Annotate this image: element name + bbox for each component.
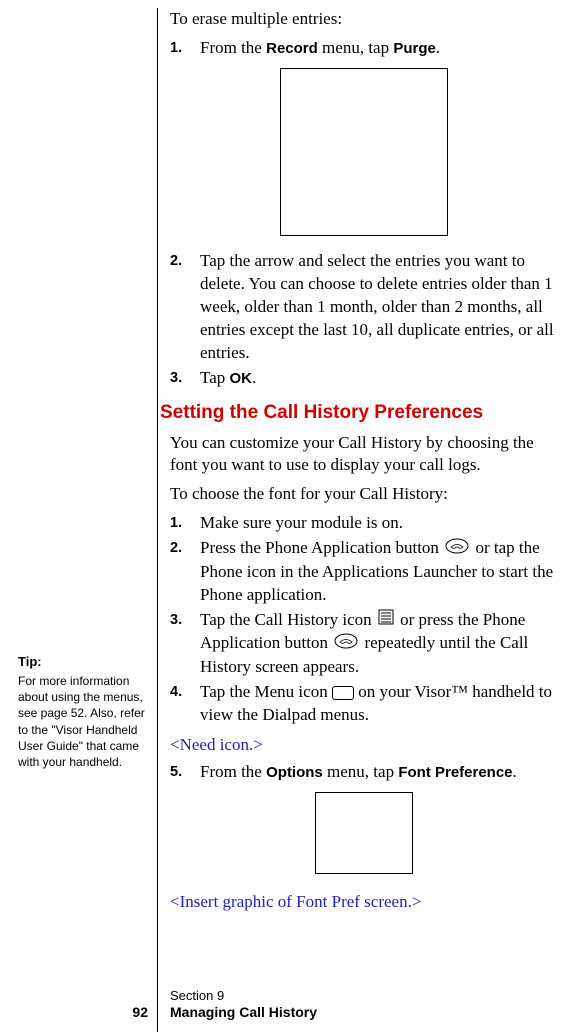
text: menu, tap <box>323 762 399 781</box>
menu-icon <box>332 686 354 700</box>
step-number: 1. <box>170 37 200 60</box>
step-item: 2. Tap the arrow and select the entries … <box>170 250 557 365</box>
step-number: 2. <box>170 537 200 606</box>
steps-prefs-cont: 5. From the Options menu, tap Font Prefe… <box>170 761 557 784</box>
section-heading: Setting the Call History Preferences <box>160 402 557 424</box>
text: menu, tap <box>318 38 394 57</box>
text: From the <box>200 38 266 57</box>
tip-body: For more information about using the men… <box>18 673 147 770</box>
steps-erase-cont: 2. Tap the arrow and select the entries … <box>170 250 557 390</box>
text: . <box>436 38 440 57</box>
step-number: 3. <box>170 367 200 390</box>
step-body: Tap OK. <box>200 367 557 390</box>
step-item: 1. Make sure your module is on. <box>170 512 557 535</box>
step-item: 5. From the Options menu, tap Font Prefe… <box>170 761 557 784</box>
text: Tap the Menu icon <box>200 682 332 701</box>
step-body: Press the Phone Application button or ta… <box>200 537 557 606</box>
step-number: 4. <box>170 681 200 727</box>
action-name: Font Preference <box>398 764 512 781</box>
step-item: 2. Press the Phone Application button or… <box>170 537 557 606</box>
phone-app-button-icon <box>445 538 469 561</box>
image-placeholder <box>315 792 413 874</box>
text: From the <box>200 762 266 781</box>
intro-text: To erase multiple entries: <box>170 8 557 31</box>
editorial-note: <Insert graphic of Font Pref screen.> <box>170 892 557 912</box>
step-body: Make sure your module is on. <box>200 512 557 535</box>
editorial-note: <Need icon.> <box>170 735 557 755</box>
step-body: From the Options menu, tap Font Preferen… <box>200 761 557 784</box>
menu-name: Record <box>266 40 318 57</box>
step-body: Tap the Call History icon or press the P… <box>200 609 557 679</box>
text: . <box>252 368 256 387</box>
menu-name: Options <box>266 764 323 781</box>
tip-heading: Tip: <box>18 654 147 669</box>
step-item: 3. Tap the Call History icon or press th… <box>170 609 557 679</box>
steps-prefs: 1. Make sure your module is on. 2. Press… <box>170 512 557 726</box>
step-item: 1. From the Record menu, tap Purge. <box>170 37 557 60</box>
text: Tap <box>200 368 230 387</box>
call-history-icon <box>378 609 394 632</box>
action-name: OK <box>230 370 253 387</box>
text: . <box>513 762 517 781</box>
text: Tap the Call History icon <box>200 610 376 629</box>
text: Press the Phone Application button <box>200 538 443 557</box>
page-footer: 92 Section 9 Managing Call History <box>0 988 577 1020</box>
action-name: Purge <box>393 40 436 57</box>
page-number: 92 <box>0 1004 158 1020</box>
step-number: 5. <box>170 761 200 784</box>
step-item: 4. Tap the Menu icon on your Visor™ hand… <box>170 681 557 727</box>
paragraph: To choose the font for your Call History… <box>170 483 557 506</box>
footer-title: Managing Call History <box>170 1004 317 1020</box>
image-placeholder <box>280 68 448 236</box>
footer-section-label: Section 9 <box>170 988 317 1004</box>
step-item: 3. Tap OK. <box>170 367 557 390</box>
tip-block: Tip: For more information about using th… <box>18 654 147 770</box>
step-body: Tap the arrow and select the entries you… <box>200 250 557 365</box>
step-body: From the Record menu, tap Purge. <box>200 37 557 60</box>
steps-erase: 1. From the Record menu, tap Purge. <box>170 37 557 60</box>
step-number: 3. <box>170 609 200 679</box>
step-number: 2. <box>170 250 200 365</box>
step-body: Tap the Menu icon on your Visor™ handhel… <box>200 681 557 727</box>
step-number: 1. <box>170 512 200 535</box>
paragraph: You can customize your Call History by c… <box>170 432 557 478</box>
phone-app-button-icon <box>334 633 358 656</box>
